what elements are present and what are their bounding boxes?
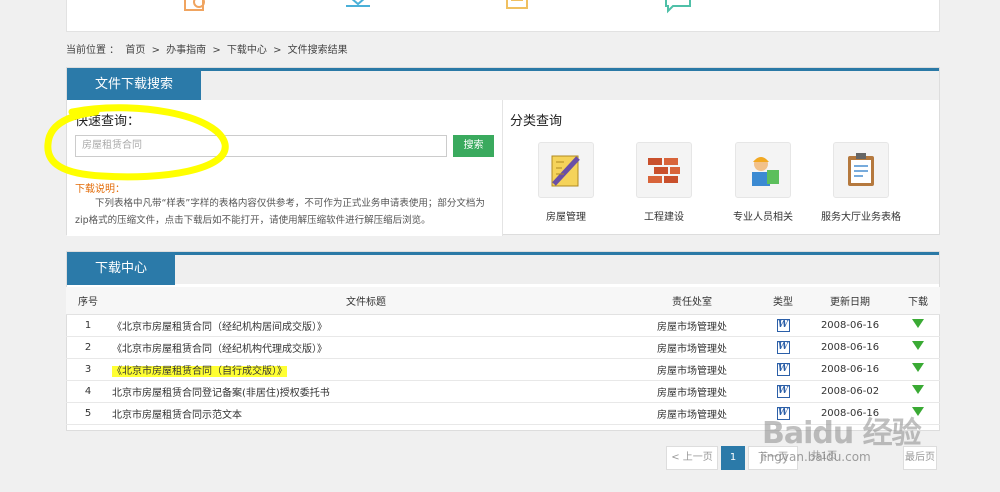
category-construction[interactable]: 工程建设 xyxy=(635,142,693,223)
brick-wall-icon xyxy=(636,142,692,198)
tab-file-search[interactable]: 文件下载搜索 xyxy=(67,68,202,101)
worker-icon xyxy=(735,142,791,198)
row-dept: 房屋市场管理处 xyxy=(622,314,762,337)
clipboard-icon xyxy=(833,142,889,198)
row-number: 2 xyxy=(66,336,110,359)
file-title-link[interactable]: 北京市房屋租赁合同示范文本 xyxy=(112,410,242,421)
page-1-button[interactable]: 1 xyxy=(721,446,745,470)
table-header-row: 序号 文件标题 责任处室 类型 更新日期 下载 xyxy=(66,287,940,315)
document-icon[interactable] xyxy=(503,0,533,14)
breadcrumb-separator: > xyxy=(151,45,160,56)
breadcrumb-guide[interactable]: 办事指南 xyxy=(166,45,206,56)
column-header-dept: 责任处室 xyxy=(622,287,762,315)
file-title-link[interactable]: 《北京市房屋租赁合同（经纪机构代理成交版）》 xyxy=(112,344,327,355)
download-arrow-icon[interactable] xyxy=(912,385,924,394)
table-row: 3 《北京市房屋租赁合同（自行成交版）》 房屋市场管理处 W 2008-06-1… xyxy=(66,358,940,381)
file-search-panel: 文件下载搜索 快速查询： 房屋租赁合同 搜索 下载说明： 下列表格中凡带“样表”… xyxy=(66,67,940,236)
table-row: 1 《北京市房屋租赁合同（经纪机构居间成交版）》 房屋市场管理处 W 2008-… xyxy=(66,314,940,337)
category-label: 房屋管理 xyxy=(546,212,586,223)
baidu-watermark-url: jingyan.baidu.com xyxy=(760,450,871,464)
download-arrow-icon[interactable] xyxy=(912,319,924,328)
row-dept: 房屋市场管理处 xyxy=(622,336,762,359)
word-doc-icon: W xyxy=(776,340,790,354)
word-doc-icon: W xyxy=(776,384,790,398)
baidu-watermark: Baidu 经验 xyxy=(762,416,922,451)
magnifier-doc-icon[interactable] xyxy=(183,0,213,14)
breadcrumb-separator: > xyxy=(212,45,221,56)
category-service-hall-forms[interactable]: 服务大厅业务表格 xyxy=(817,142,905,223)
quick-search-label: 快速查询： xyxy=(75,114,141,129)
column-header-date: 更新日期 xyxy=(804,287,896,315)
category-title: 分类查询 xyxy=(510,114,563,129)
row-date: 2008-06-02 xyxy=(804,380,896,403)
table-row: 4 北京市房屋租赁合同登记备案(非居住)授权委托书 房屋市场管理处 W 2008… xyxy=(66,380,940,403)
quick-search-section: 快速查询： 房屋租赁合同 搜索 下载说明： 下列表格中凡带“样表”字样的表格内容… xyxy=(67,100,503,236)
row-number: 4 xyxy=(66,380,110,403)
category-label: 工程建设 xyxy=(644,212,684,223)
pencil-ruler-icon xyxy=(538,142,594,198)
row-date: 2008-06-16 xyxy=(804,358,896,381)
file-title-link[interactable]: 《北京市房屋租赁合同（经纪机构居间成交版）》 xyxy=(112,322,327,333)
breadcrumb-label: 当前位置 ： xyxy=(66,45,120,56)
download-arrow-icon[interactable] xyxy=(912,341,924,350)
chat-bubble-icon[interactable] xyxy=(663,0,693,14)
row-date: 2008-06-16 xyxy=(804,336,896,359)
category-house-management[interactable]: 房屋管理 xyxy=(537,142,595,223)
category-label: 服务大厅业务表格 xyxy=(821,212,901,223)
tab-download-center[interactable]: 下载中心 xyxy=(67,252,176,285)
column-header-title: 文件标题 xyxy=(110,287,622,315)
breadcrumb-current: 文件搜索结果 xyxy=(287,45,348,56)
row-number: 5 xyxy=(66,402,110,425)
breadcrumb-home[interactable]: 首页 xyxy=(125,45,145,56)
category-label: 专业人员相关 xyxy=(733,212,793,223)
row-number: 1 xyxy=(66,314,110,337)
word-doc-icon: W xyxy=(776,318,790,332)
download-note-text: 下列表格中凡带“样表”字样的表格内容仅供参考，不可作为正式业务申请表使用；部分文… xyxy=(75,198,485,226)
download-arrow-icon[interactable] xyxy=(912,363,924,372)
word-doc-icon: W xyxy=(776,362,790,376)
row-dept: 房屋市场管理处 xyxy=(622,358,762,381)
breadcrumb: 当前位置 ： 首页 > 办事指南 > 下载中心 > 文件搜索结果 xyxy=(66,41,351,56)
download-table: 序号 文件标题 责任处室 类型 更新日期 下载 1 《北京市房屋租赁合同（经纪机… xyxy=(66,287,940,425)
top-nav-bar xyxy=(66,0,940,32)
search-input[interactable]: 房屋租赁合同 xyxy=(75,135,447,157)
panel-header: 文件下载搜索 xyxy=(67,68,939,101)
row-dept: 房屋市场管理处 xyxy=(622,380,762,403)
prev-page-button[interactable]: < 上一页 xyxy=(666,446,718,470)
file-title-link[interactable]: 北京市房屋租赁合同登记备案(非居住)授权委托书 xyxy=(112,388,330,399)
row-number: 3 xyxy=(66,358,110,381)
row-dept: 房屋市场管理处 xyxy=(622,402,762,425)
category-professionals[interactable]: 专业人员相关 xyxy=(724,142,802,223)
breadcrumb-separator: > xyxy=(273,45,282,56)
download-note-title: 下载说明： xyxy=(75,184,125,195)
breadcrumb-download-center[interactable]: 下载中心 xyxy=(227,45,267,56)
column-header-type: 类型 xyxy=(762,287,804,315)
column-header-download: 下载 xyxy=(896,287,940,315)
panel-header: 下载中心 xyxy=(67,252,939,285)
search-button[interactable]: 搜索 xyxy=(453,135,494,157)
file-title-link[interactable]: 《北京市房屋租赁合同（自行成交版）》 xyxy=(112,365,287,377)
download-tray-icon[interactable] xyxy=(343,0,373,14)
table-row: 2 《北京市房屋租赁合同（经纪机构代理成交版）》 房屋市场管理处 W 2008-… xyxy=(66,336,940,359)
row-date: 2008-06-16 xyxy=(804,314,896,337)
column-header-no: 序号 xyxy=(66,287,110,315)
